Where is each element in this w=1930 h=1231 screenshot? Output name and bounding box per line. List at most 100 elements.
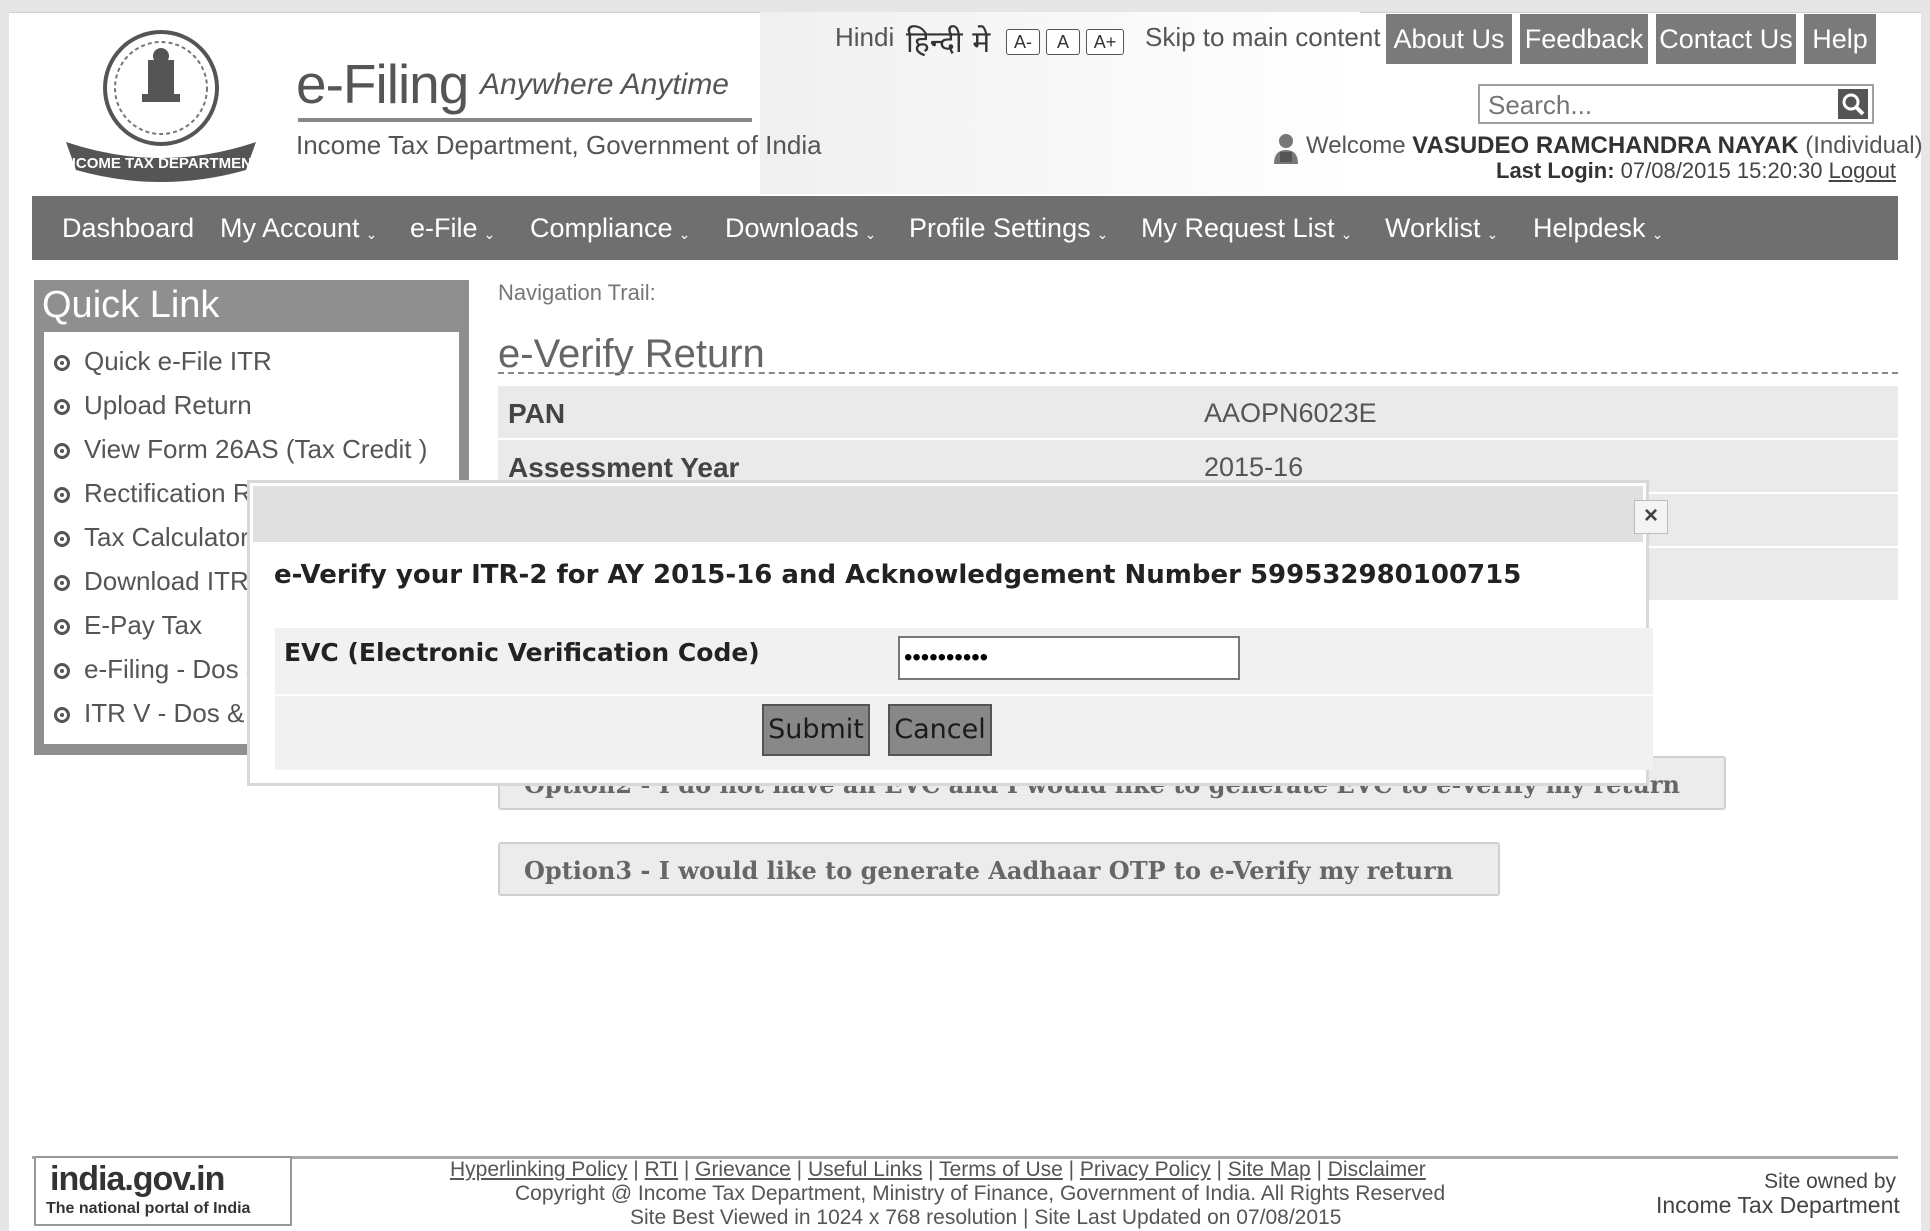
search-icon[interactable] — [1838, 89, 1868, 119]
india-gov-title: india.gov.in — [50, 1160, 225, 1198]
bullet-icon — [54, 355, 70, 371]
quick-link-item[interactable]: Rectification R — [54, 478, 252, 509]
quick-link-label: E-Pay Tax — [84, 610, 203, 640]
bullet-icon — [54, 663, 70, 679]
footer-links: Hyperlinking Policy | RTI | Grievance | … — [450, 1158, 1426, 1181]
footer-best-viewed: Site Best Viewed in 1024 x 768 resolutio… — [630, 1206, 1342, 1229]
logout-link[interactable]: Logout — [1829, 158, 1896, 183]
contact-us-button[interactable]: Contact Us — [1656, 14, 1796, 64]
user-lock-icon — [1272, 132, 1300, 164]
font-increase-button[interactable]: A+ — [1086, 29, 1124, 55]
quick-link-label: Upload Return — [84, 390, 252, 420]
nav-my-account-label: My Account — [220, 213, 360, 243]
nav-helpdesk-label: Helpdesk — [1533, 213, 1646, 243]
quick-link-title: Quick Link — [42, 284, 220, 326]
user-type: (Individual) — [1805, 132, 1923, 159]
brand-subtitle: Income Tax Department, Government of Ind… — [296, 130, 822, 160]
option3-aadhaar-otp-button[interactable]: Option3 - I would like to generate Aadha… — [498, 842, 1500, 896]
quick-link-label: Download ITR — [84, 566, 249, 596]
submit-button[interactable]: Submit — [762, 704, 870, 756]
search-box — [1478, 84, 1874, 124]
chevron-down-icon: ⌄ — [1486, 226, 1499, 242]
quick-link-label: ITR V - Dos & — [84, 698, 245, 728]
skip-to-content-link[interactable]: Skip to main content — [1145, 22, 1381, 53]
nav-my-account[interactable]: My Account ⌄ — [220, 196, 377, 260]
footer-copyright: Copyright @ Income Tax Department, Minis… — [515, 1182, 1446, 1205]
footer-link-privacy[interactable]: Privacy Policy — [1080, 1158, 1211, 1181]
search-input[interactable] — [1480, 86, 1830, 124]
evc-field-wrapper — [898, 636, 1240, 680]
last-login: Last Login: 07/08/2015 15:20:30 Logout — [1496, 158, 1896, 184]
hindi-native-link[interactable]: हिन्दी मे — [906, 20, 990, 61]
evc-label: EVC (Electronic Verification Code) — [284, 638, 760, 667]
help-button[interactable]: Help — [1804, 14, 1876, 64]
quick-link-label: Quick e-File ITR — [84, 346, 272, 376]
brand-title: e-Filing — [296, 53, 469, 115]
chevron-down-icon: ⌄ — [1651, 226, 1664, 242]
last-login-value: 07/08/2015 15:20:30 — [1620, 158, 1823, 183]
quick-link-item[interactable]: ITR V - Dos & — [54, 698, 244, 729]
pan-label: PAN — [508, 398, 566, 429]
quick-link-item[interactable]: Upload Return — [54, 390, 252, 421]
nav-helpdesk[interactable]: Helpdesk ⌄ — [1533, 196, 1663, 260]
footer-link-grievance[interactable]: Grievance — [695, 1158, 791, 1181]
nav-worklist[interactable]: Worklist ⌄ — [1385, 196, 1498, 260]
bullet-icon — [54, 575, 70, 591]
nav-compliance[interactable]: Compliance ⌄ — [530, 196, 690, 260]
evc-input[interactable] — [900, 638, 1236, 678]
navigation-trail: Navigation Trail: — [498, 280, 656, 305]
chevron-down-icon: ⌄ — [864, 226, 877, 242]
brand-tagline: Anywhere Anytime — [480, 68, 729, 101]
bullet-icon — [54, 707, 70, 723]
footer-link-disclaimer[interactable]: Disclaimer — [1328, 1158, 1426, 1181]
quick-link-item[interactable]: View Form 26AS (Tax Credit ) — [54, 434, 427, 465]
bullet-icon — [54, 399, 70, 415]
footer-link-rti[interactable]: RTI — [645, 1158, 678, 1181]
modal-title: e-Verify your ITR-2 for AY 2015-16 and A… — [274, 560, 1522, 590]
close-icon[interactable]: × — [1634, 500, 1668, 534]
quick-link-item[interactable]: Quick e-File ITR — [54, 346, 272, 377]
footer-link-terms[interactable]: Terms of Use — [939, 1158, 1063, 1181]
nav-dashboard-label: Dashboard — [62, 213, 195, 243]
quick-link-item[interactable]: E-Pay Tax — [54, 610, 202, 641]
nav-efile[interactable]: e-File ⌄ — [410, 196, 495, 260]
nav-profile-settings[interactable]: Profile Settings ⌄ — [909, 196, 1108, 260]
about-us-button[interactable]: About Us — [1386, 14, 1512, 64]
chevron-down-icon: ⌄ — [365, 226, 378, 242]
footer-owned-by: Site owned by — [1764, 1170, 1896, 1193]
nav-my-request-list[interactable]: My Request List ⌄ — [1141, 196, 1352, 260]
footer-link-hyperlinking[interactable]: Hyperlinking Policy — [450, 1158, 627, 1181]
chevron-down-icon: ⌄ — [678, 226, 691, 242]
font-normal-button[interactable]: A — [1046, 29, 1080, 55]
detail-row-pan — [498, 386, 1898, 438]
chevron-down-icon: ⌄ — [1096, 226, 1109, 242]
footer-link-useful-links[interactable]: Useful Links — [808, 1158, 922, 1181]
quick-link-label: View Form 26AS (Tax Credit ) — [84, 434, 428, 464]
footer-link-sitemap[interactable]: Site Map — [1228, 1158, 1311, 1181]
font-decrease-button[interactable]: A- — [1006, 29, 1040, 55]
chevron-down-icon: ⌄ — [1340, 226, 1353, 242]
bullet-icon — [54, 487, 70, 503]
welcome-text: Welcome VASUDEO RAMCHANDRA NAYAK (Indivi… — [1306, 132, 1923, 160]
nav-profile-settings-label: Profile Settings — [909, 213, 1091, 243]
nav-dashboard[interactable]: Dashboard — [62, 196, 194, 260]
quick-link-label: e-Filing - Dos & — [84, 654, 264, 684]
nav-downloads[interactable]: Downloads ⌄ — [725, 196, 876, 260]
nav-efile-label: e-File — [410, 213, 478, 243]
quick-link-item[interactable]: e-Filing - Dos & — [54, 654, 263, 685]
nav-worklist-label: Worklist — [1385, 213, 1481, 243]
quick-link-item[interactable]: Tax Calculator — [54, 522, 249, 553]
modal-header — [253, 486, 1643, 542]
cancel-button[interactable]: Cancel — [888, 704, 992, 756]
bullet-icon — [54, 443, 70, 459]
bullet-icon — [54, 531, 70, 547]
hindi-link[interactable]: Hindi — [835, 22, 894, 53]
feedback-button[interactable]: Feedback — [1520, 14, 1648, 64]
welcome-prefix: Welcome — [1306, 132, 1406, 159]
quick-link-item[interactable]: Download ITR — [54, 566, 249, 597]
footer-owner: Income Tax Department — [1656, 1192, 1900, 1218]
page-title: e-Verify Return — [498, 332, 765, 376]
pan-value: AAOPN6023E — [1204, 398, 1377, 428]
title-divider — [498, 372, 1898, 374]
quick-link-label: Tax Calculator — [84, 522, 249, 552]
